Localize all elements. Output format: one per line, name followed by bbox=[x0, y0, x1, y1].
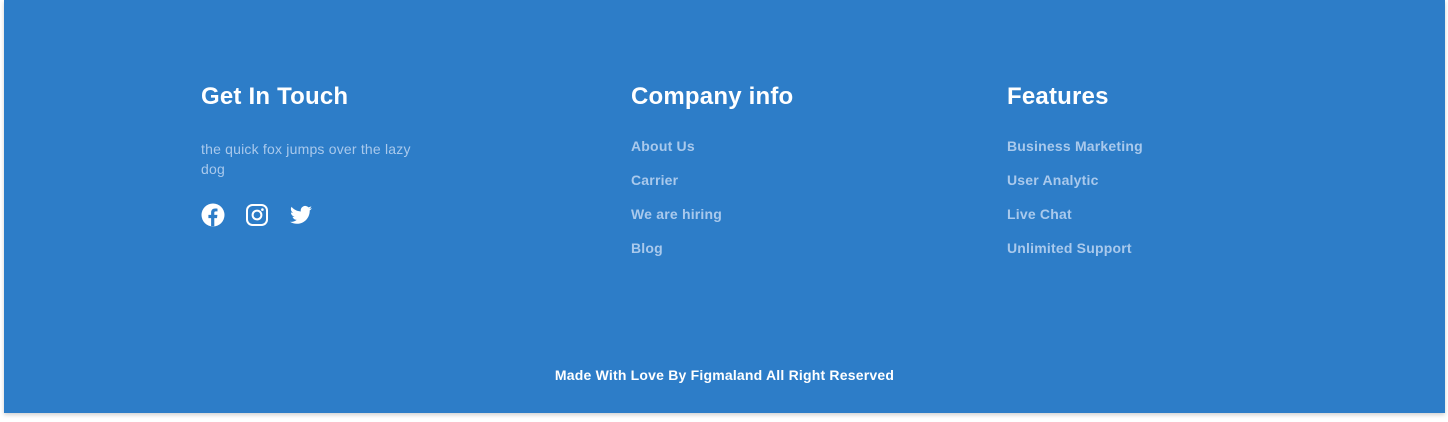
twitter-icon[interactable] bbox=[289, 203, 313, 227]
company-info-title: Company info bbox=[631, 83, 794, 110]
features-title: Features bbox=[1007, 83, 1109, 110]
list-item: Carrier bbox=[631, 171, 891, 205]
unlimited-support-link[interactable]: Unlimited Support bbox=[1007, 240, 1132, 256]
footer: Get In Touch the quick fox jumps over th… bbox=[4, 0, 1445, 413]
social-links bbox=[201, 203, 441, 227]
list-item: Business Marketing bbox=[1007, 137, 1267, 171]
company-links: About Us Carrier We are hiring Blog bbox=[631, 137, 891, 273]
list-item: About Us bbox=[631, 137, 891, 171]
list-item: Unlimited Support bbox=[1007, 239, 1267, 273]
live-chat-link[interactable]: Live Chat bbox=[1007, 206, 1072, 222]
features-column: Features Business Marketing User Analyti… bbox=[1007, 82, 1267, 273]
facebook-icon[interactable] bbox=[201, 203, 225, 227]
get-in-touch-text: the quick fox jumps over the lazy dog bbox=[201, 141, 411, 177]
copyright-text: Made With Love By Figmaland All Right Re… bbox=[554, 367, 895, 383]
user-analytic-link[interactable]: User Analytic bbox=[1007, 172, 1099, 188]
we-are-hiring-link[interactable]: We are hiring bbox=[631, 206, 722, 222]
get-in-touch-title: Get In Touch bbox=[201, 83, 349, 110]
company-info-column: Company info About Us Carrier We are hir… bbox=[631, 82, 891, 273]
list-item: Live Chat bbox=[1007, 205, 1267, 239]
list-item: User Analytic bbox=[1007, 171, 1267, 205]
list-item: Blog bbox=[631, 239, 891, 273]
features-links: Business Marketing User Analytic Live Ch… bbox=[1007, 137, 1267, 273]
get-in-touch-column: Get In Touch the quick fox jumps over th… bbox=[201, 82, 441, 227]
about-us-link[interactable]: About Us bbox=[631, 138, 695, 154]
carrier-link[interactable]: Carrier bbox=[631, 172, 678, 188]
blog-link[interactable]: Blog bbox=[631, 240, 663, 256]
instagram-icon[interactable] bbox=[245, 203, 269, 227]
list-item: We are hiring bbox=[631, 205, 891, 239]
business-marketing-link[interactable]: Business Marketing bbox=[1007, 138, 1143, 154]
